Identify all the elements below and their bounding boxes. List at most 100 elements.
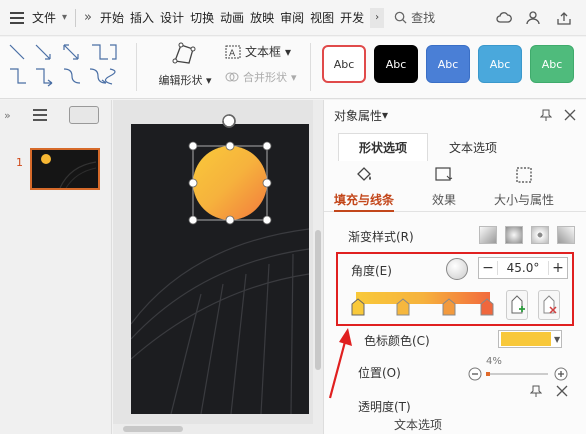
gradient-stop-icon[interactable] [396, 298, 410, 316]
add-stop-button[interactable] [506, 290, 528, 320]
gradient-rect-icon[interactable] [531, 226, 549, 244]
search-label: 查找 [411, 11, 436, 25]
effect-icon [435, 167, 453, 181]
gradient-stop-icon[interactable] [351, 298, 365, 316]
slide[interactable] [131, 124, 309, 414]
connector-arrow-icon [35, 44, 51, 60]
outline-view-icon[interactable] [32, 106, 47, 124]
gradient-stop-icon[interactable] [442, 298, 456, 316]
tab-insert[interactable]: 插入 [130, 9, 154, 26]
tab-review[interactable]: 审阅 [280, 9, 304, 26]
slide-canvas [113, 100, 323, 434]
slide-view-icon[interactable] [68, 106, 99, 124]
slide-thumbnail[interactable] [30, 148, 100, 190]
chevron-down-icon[interactable]: ▾ [62, 12, 67, 23]
style-swatch[interactable]: Abc [478, 45, 522, 83]
style-swatch[interactable]: Abc [426, 45, 470, 83]
gradient-linear-icon[interactable] [479, 226, 497, 244]
slider-handle[interactable] [486, 372, 490, 376]
close-icon[interactable] [556, 385, 568, 397]
add-stop-icon [511, 295, 525, 314]
connector-gallery[interactable] [6, 41, 124, 93]
edit-shape-icon [172, 42, 196, 64]
textbox-button[interactable]: A 文本框 ▾ [225, 43, 291, 60]
search-icon [394, 11, 407, 24]
close-icon[interactable] [564, 109, 576, 121]
increase-position-icon[interactable] [554, 367, 568, 381]
hamburger-icon[interactable] [10, 9, 24, 27]
angle-value[interactable]: 45.0° [497, 261, 549, 275]
subtab-fill-line[interactable]: 填充与线条 [324, 166, 404, 212]
double-chevron-icon[interactable]: » [84, 10, 92, 25]
gradient-stop-icon[interactable] [480, 298, 494, 316]
pin-icon[interactable] [540, 109, 552, 121]
divider [75, 8, 77, 27]
delete-stop-icon [543, 295, 557, 314]
decrease-position-icon[interactable] [468, 367, 482, 381]
tab-animation[interactable]: 动画 [220, 9, 244, 26]
share-icon[interactable] [556, 11, 572, 25]
panel-title[interactable]: 对象属性 [334, 107, 382, 124]
delete-stop-button[interactable] [538, 290, 560, 320]
slider-track[interactable] [486, 373, 548, 375]
tab-slideshow[interactable]: 放映 [250, 9, 274, 26]
style-swatch[interactable]: Abc [530, 45, 574, 83]
tab-text-options-bottom[interactable]: 文本选项 [394, 416, 442, 433]
subtab-size-properties[interactable]: 大小与属性 [484, 166, 564, 211]
cloud-sync-icon[interactable] [496, 11, 512, 25]
stop-color-label: 色标颜色(C) [364, 334, 430, 348]
merge-shape-button[interactable]: 合并形状 ▾ [225, 69, 297, 85]
tab-transition[interactable]: 切换 [190, 9, 214, 26]
collapse-panel-icon[interactable]: » [4, 109, 11, 122]
position-slider[interactable]: 4% [468, 356, 576, 384]
angle-label: 角度(E) [351, 264, 392, 278]
tab-developer[interactable]: 开发 [340, 9, 364, 26]
rotate-handle-icon[interactable] [220, 112, 238, 130]
horizontal-scrollbar[interactable] [113, 424, 313, 434]
slides-panel: » 1 [0, 100, 112, 434]
gradient-style-label: 渐变样式(R) [348, 230, 414, 244]
stop-color-picker[interactable]: ▼ [498, 330, 562, 348]
slide-number: 1 [16, 156, 23, 169]
paint-bucket-icon [357, 167, 371, 181]
divider [310, 43, 311, 91]
red-arrow-annotation [328, 328, 352, 399]
style-swatch[interactable]: Abc [322, 45, 366, 83]
transparency-label: 透明度(T) [358, 400, 411, 414]
chevron-right-icon[interactable]: › [370, 7, 385, 28]
merge-shape-icon [225, 72, 239, 82]
textbox-icon: A [225, 45, 241, 59]
edit-shape-label: 编辑形状 [158, 74, 203, 87]
search-button[interactable]: 查找 [394, 9, 435, 26]
position-value: 4% [486, 356, 502, 367]
object-properties-panel: 对象属性 ▾ 形状选项 文本选项 填充与线条 效果 大小与属性 渐变样式(R) [323, 100, 586, 434]
gradient-radial-icon[interactable] [505, 226, 523, 244]
decrement-button[interactable]: − [479, 260, 497, 276]
connector-line-icon [9, 44, 25, 60]
style-swatch[interactable]: Abc [374, 45, 418, 83]
tab-design[interactable]: 设计 [160, 9, 184, 26]
tab-view[interactable]: 视图 [310, 9, 334, 26]
edit-shape-button[interactable]: 编辑形状 ▾ [154, 41, 216, 88]
vertical-scrollbar[interactable] [313, 100, 323, 434]
divider [136, 43, 137, 91]
increment-button[interactable]: + [549, 260, 567, 276]
tab-shape-options[interactable]: 形状选项 [338, 133, 428, 161]
sun-shape [193, 146, 267, 220]
ribbon-toolbar: 编辑形状 ▾ A 文本框 ▾ 合并形状 ▾ Abc Abc Abc Abc Ab… [0, 37, 586, 99]
size-icon [516, 167, 532, 183]
tab-home[interactable]: 开始 [100, 9, 124, 26]
gradient-path-icon[interactable] [557, 226, 575, 244]
gradient-bar[interactable] [356, 292, 490, 304]
file-menu[interactable]: 文件 [32, 9, 56, 26]
user-add-icon[interactable] [526, 10, 542, 25]
angle-stepper[interactable]: − 45.0° + [478, 257, 568, 279]
subtab-effect[interactable]: 效果 [404, 166, 484, 211]
svg-text:A: A [229, 49, 236, 59]
pin-icon[interactable] [530, 385, 542, 397]
merge-shape-label: 合并形状 [243, 71, 287, 84]
menu-bar: 文件 ▾ » 开始 插入 设计 切换 动画 放映 审阅 视图 开发 › 查找 [0, 0, 586, 36]
stop-color-preview [501, 332, 551, 346]
tab-text-options[interactable]: 文本选项 [428, 134, 518, 161]
angle-dial-icon[interactable] [446, 258, 468, 280]
